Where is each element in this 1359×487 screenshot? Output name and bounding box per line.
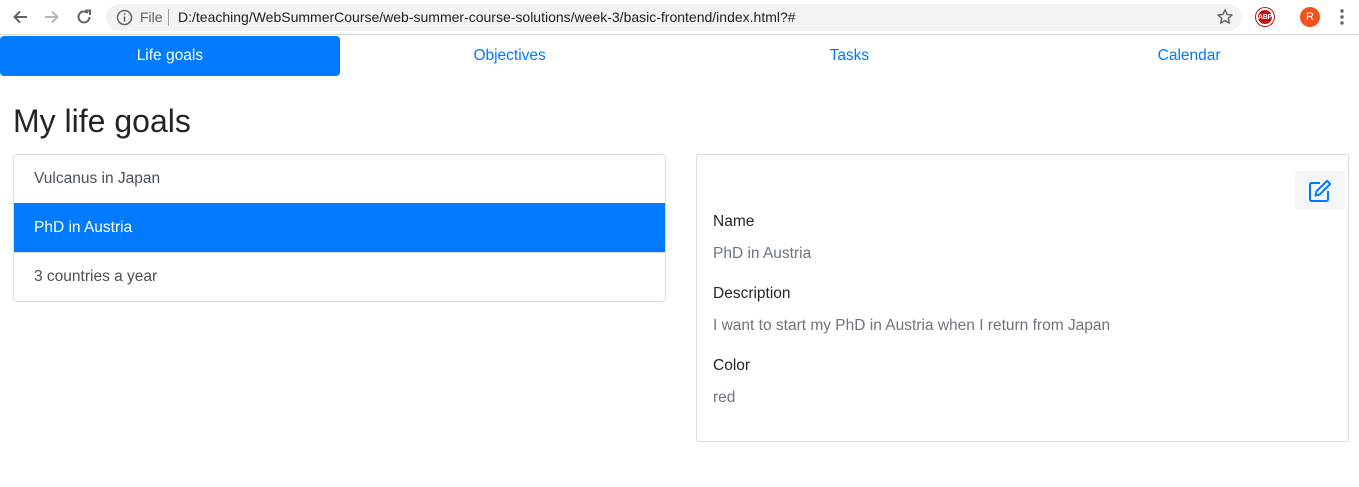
edit-icon [1309, 179, 1332, 202]
avatar-letter: R [1306, 11, 1314, 23]
name-value: PhD in Austria [713, 245, 812, 262]
info-icon[interactable] [116, 9, 133, 26]
forward-button[interactable] [41, 6, 63, 28]
page-title: My life goals [13, 103, 191, 139]
tab-calendar[interactable]: Calendar [1019, 36, 1359, 76]
name-label: Name [713, 213, 755, 230]
goal-item-phd[interactable]: PhD in Austria [14, 203, 665, 252]
main-tabs: Life goals Objectives Tasks Calendar [0, 36, 1359, 76]
kebab-menu-icon[interactable] [1334, 8, 1350, 26]
goal-detail-card: Name PhD in Austria Description I want t… [696, 154, 1349, 442]
arrow-right-icon [45, 10, 59, 24]
tab-tasks[interactable]: Tasks [680, 36, 1020, 76]
adblock-label: ABP [1258, 13, 1272, 21]
goal-item-countries[interactable]: 3 countries a year [14, 252, 665, 301]
description-value: I want to start my PhD in Austria when I… [713, 317, 1111, 334]
omnibox-divider [168, 9, 169, 26]
goals-list: Vulcanus in Japan PhD in Austria 3 count… [13, 154, 666, 302]
arrow-left-icon [13, 10, 27, 24]
edit-button[interactable] [1295, 171, 1345, 210]
reload-icon [77, 9, 91, 24]
file-label: File [140, 9, 163, 25]
adblock-extension-icon[interactable]: ABP [1256, 8, 1274, 26]
tab-life-goals[interactable]: Life goals [0, 36, 340, 76]
browser-toolbar: File D:/teaching/WebSummerCourse/web-sum… [0, 0, 1359, 35]
color-value: red [713, 389, 736, 406]
color-label: Color [713, 357, 751, 374]
goal-item-vulcanus[interactable]: Vulcanus in Japan [14, 155, 665, 203]
address-bar[interactable]: File D:/teaching/WebSummerCourse/web-sum… [106, 4, 1242, 31]
profile-avatar[interactable]: R [1300, 7, 1320, 27]
reload-button[interactable] [73, 6, 95, 28]
star-icon[interactable] [1216, 8, 1234, 26]
back-button[interactable] [9, 6, 31, 28]
url-text[interactable]: D:/teaching/WebSummerCourse/web-summer-c… [178, 9, 796, 26]
description-label: Description [713, 285, 791, 302]
tab-objectives[interactable]: Objectives [340, 36, 680, 76]
